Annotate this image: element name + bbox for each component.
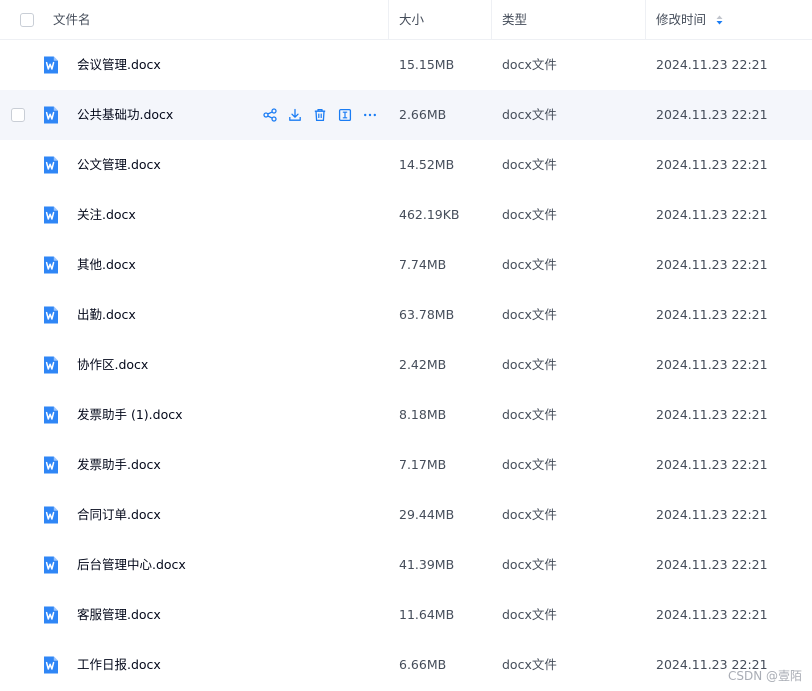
column-header-name[interactable]: 文件名: [53, 0, 91, 40]
file-size: 63.78MB: [399, 307, 455, 322]
select-all-checkbox[interactable]: [20, 13, 34, 27]
table-row[interactable]: 后台管理中心.docx 41.39MB docx文件 2024.11.23 22:21: [0, 540, 812, 590]
sort-icon[interactable]: [716, 1, 723, 41]
file-type: docx文件: [502, 257, 557, 272]
table-row[interactable]: 其他.docx 7.74MB docx文件 2024.11.23 22:21: [0, 240, 812, 290]
download-icon[interactable]: [287, 107, 303, 123]
file-name[interactable]: 客服管理.docx: [77, 590, 161, 640]
word-doc-icon: [41, 305, 61, 325]
word-doc-icon: [41, 405, 61, 425]
file-mtime: 2024.11.23 22:21: [656, 57, 768, 72]
column-header-mtime-label: 修改时间: [656, 12, 707, 27]
file-mtime: 2024.11.23 22:21: [656, 157, 768, 172]
file-type: docx文件: [502, 357, 557, 372]
column-divider[interactable]: [388, 0, 389, 40]
file-mtime: 2024.11.23 22:21: [656, 257, 768, 272]
file-type: docx文件: [502, 557, 557, 572]
file-size: 8.18MB: [399, 407, 447, 422]
file-mtime: 2024.11.23 22:21: [656, 507, 768, 522]
rename-icon[interactable]: [337, 107, 353, 123]
file-type: docx文件: [502, 307, 557, 322]
table-row[interactable]: 会议管理.docx 15.15MB docx文件 2024.11.23 22:21: [0, 40, 812, 90]
file-size: 41.39MB: [399, 557, 455, 572]
file-size: 15.15MB: [399, 57, 455, 72]
word-doc-icon: [41, 55, 61, 75]
table-row[interactable]: 公文管理.docx 14.52MB docx文件 2024.11.23 22:21: [0, 140, 812, 190]
column-divider[interactable]: [491, 0, 492, 40]
table-row[interactable]: 发票助手 (1).docx 8.18MB docx文件 2024.11.23 22:2…: [0, 390, 812, 440]
file-type: docx文件: [502, 407, 557, 422]
share-icon[interactable]: [262, 107, 278, 123]
file-size: 7.74MB: [399, 257, 447, 272]
table-row[interactable]: 公共基础功.docx 2.66MB docx文件 2024.11.23 22:21: [0, 90, 812, 140]
column-divider[interactable]: [645, 0, 646, 40]
file-name[interactable]: 发票助手.docx: [77, 440, 161, 490]
file-name[interactable]: 工作日报.docx: [77, 640, 161, 690]
word-doc-icon: [41, 455, 61, 475]
file-name[interactable]: 出勤.docx: [77, 290, 136, 340]
file-name[interactable]: 公文管理.docx: [77, 140, 161, 190]
file-mtime: 2024.11.23 22:21: [656, 607, 768, 622]
file-name[interactable]: 合同订单.docx: [77, 490, 161, 540]
file-size: 462.19KB: [399, 207, 460, 222]
table-row[interactable]: 客服管理.docx 11.64MB docx文件 2024.11.23 22:21: [0, 590, 812, 640]
file-type: docx文件: [502, 157, 557, 172]
file-name[interactable]: 关注.docx: [77, 190, 136, 240]
file-mtime: 2024.11.23 22:21: [656, 207, 768, 222]
word-doc-icon: [41, 555, 61, 575]
file-mtime: 2024.11.23 22:21: [656, 407, 768, 422]
word-doc-icon: [41, 205, 61, 225]
column-header-size[interactable]: 大小: [399, 0, 424, 40]
file-list: 会议管理.docx 15.15MB docx文件 2024.11.23 22:21 公共…: [0, 40, 812, 690]
file-size: 14.52MB: [399, 157, 455, 172]
file-size: 29.44MB: [399, 507, 455, 522]
file-mtime: 2024.11.23 22:21: [656, 357, 768, 372]
file-mtime: 2024.11.23 22:21: [656, 457, 768, 472]
table-row[interactable]: 协作区.docx 2.42MB docx文件 2024.11.23 22:21: [0, 340, 812, 390]
file-type: docx文件: [502, 107, 557, 122]
file-name[interactable]: 会议管理.docx: [77, 40, 161, 90]
word-doc-icon: [41, 105, 61, 125]
row-actions: [262, 90, 378, 140]
file-type: docx文件: [502, 57, 557, 72]
word-doc-icon: [41, 655, 61, 675]
file-type: docx文件: [502, 657, 557, 672]
word-doc-icon: [41, 255, 61, 275]
file-type: docx文件: [502, 207, 557, 222]
file-table-header: 文件名 大小 类型 修改时间: [0, 0, 812, 40]
file-mtime: 2024.11.23 22:21: [656, 107, 768, 122]
file-size: 11.64MB: [399, 607, 455, 622]
file-size: 6.66MB: [399, 657, 447, 672]
file-name[interactable]: 公共基础功.docx: [77, 90, 173, 140]
watermark: CSDN @壹陌: [727, 669, 802, 683]
file-size: 2.66MB: [399, 107, 447, 122]
file-name[interactable]: 其他.docx: [77, 240, 136, 290]
word-doc-icon: [41, 155, 61, 175]
column-header-mtime[interactable]: 修改时间: [656, 0, 723, 40]
table-row[interactable]: 工作日报.docx 6.66MB docx文件 2024.11.23 22:21: [0, 640, 812, 690]
file-type: docx文件: [502, 607, 557, 622]
table-row[interactable]: 关注.docx 462.19KB docx文件 2024.11.23 22:21: [0, 190, 812, 240]
file-name[interactable]: 发票助手 (1).docx: [77, 390, 183, 440]
table-row[interactable]: 发票助手.docx 7.17MB docx文件 2024.11.23 22:21: [0, 440, 812, 490]
word-doc-icon: [41, 505, 61, 525]
file-mtime: 2024.11.23 22:21: [656, 307, 768, 322]
word-doc-icon: [41, 355, 61, 375]
file-type: docx文件: [502, 457, 557, 472]
word-doc-icon: [41, 605, 61, 625]
file-size: 7.17MB: [399, 457, 447, 472]
file-mtime: 2024.11.23 22:21: [656, 557, 768, 572]
table-row[interactable]: 出勤.docx 63.78MB docx文件 2024.11.23 22:21: [0, 290, 812, 340]
file-size: 2.42MB: [399, 357, 447, 372]
column-header-type[interactable]: 类型: [502, 0, 527, 40]
file-type: docx文件: [502, 507, 557, 522]
file-name[interactable]: 后台管理中心.docx: [77, 540, 186, 590]
file-name[interactable]: 协作区.docx: [77, 340, 148, 390]
more-icon[interactable]: [362, 107, 378, 123]
delete-icon[interactable]: [312, 107, 328, 123]
table-row[interactable]: 合同订单.docx 29.44MB docx文件 2024.11.23 22:21: [0, 490, 812, 540]
row-checkbox[interactable]: [11, 108, 25, 122]
